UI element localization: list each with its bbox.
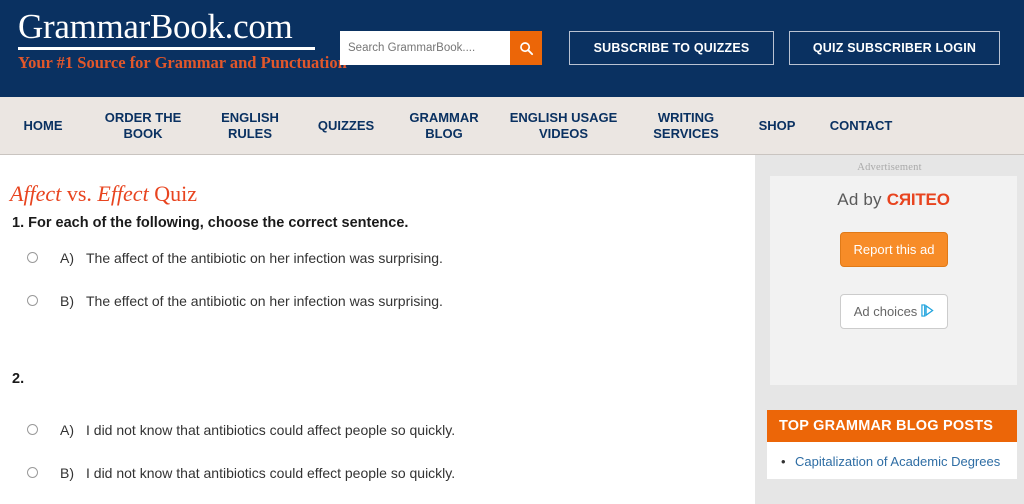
radio-q2-a[interactable] bbox=[27, 424, 38, 435]
nav-item-shop[interactable]: SHOP bbox=[741, 118, 813, 134]
page-title: Affect vs. Effect Quiz bbox=[10, 181, 755, 207]
page-title-vs: vs. bbox=[61, 181, 98, 206]
quiz-subscriber-login-button[interactable]: QUIZ SUBSCRIBER LOGIN bbox=[789, 31, 1000, 65]
quiz-content: Affect vs. Effect Quiz 1. For each of th… bbox=[0, 155, 755, 504]
criteo-letters-rest: ITEO bbox=[910, 190, 950, 209]
question-2-options: A) I did not know that antibiotics could… bbox=[10, 421, 755, 504]
search-bar bbox=[340, 31, 542, 65]
question-1-prompt: 1. For each of the following, choose the… bbox=[12, 215, 409, 231]
page-body: Affect vs. Effect Quiz 1. For each of th… bbox=[0, 155, 1024, 504]
nav-item-english-rules[interactable]: ENGLISH RULES bbox=[200, 110, 300, 142]
question-1-options: A) The affect of the antibiotic on her i… bbox=[10, 249, 755, 335]
option-text: I did not know that antibiotics could af… bbox=[86, 422, 456, 438]
option-letter: A) bbox=[60, 250, 74, 266]
advertisement-label: Advertisement bbox=[857, 162, 922, 173]
page-title-word-affect: Affect bbox=[10, 181, 62, 206]
option-text: I did not know that antibiotics could ef… bbox=[86, 465, 456, 481]
option-row[interactable]: A) I did not know that antibiotics could… bbox=[10, 421, 755, 464]
radio-q2-b[interactable] bbox=[27, 467, 38, 478]
ad-by-prefix: Ad by bbox=[837, 190, 887, 209]
search-icon bbox=[519, 41, 534, 56]
criteo-letter-r: R bbox=[898, 190, 911, 209]
criteo-letter-c: C bbox=[886, 190, 899, 209]
option-letter: B) bbox=[60, 465, 74, 481]
list-item: Capitalization of Academic Degrees bbox=[781, 453, 1005, 471]
report-this-ad-button[interactable]: Report this ad bbox=[840, 232, 948, 267]
option-row[interactable]: B) I did not know that antibiotics could… bbox=[10, 464, 755, 504]
nav-item-home[interactable]: HOME bbox=[0, 118, 86, 134]
option-letter: B) bbox=[60, 293, 74, 309]
option-letter: A) bbox=[60, 422, 74, 438]
nav-item-english-usage-videos[interactable]: ENGLISH USAGE VIDEOS bbox=[496, 110, 631, 142]
option-text: The effect of the antibiotic on her infe… bbox=[86, 293, 443, 309]
ad-choices-button[interactable]: Ad choices bbox=[840, 294, 948, 329]
nav-item-order-the-book[interactable]: ORDER THE BOOK bbox=[86, 110, 200, 142]
nav-item-quizzes[interactable]: QUIZZES bbox=[300, 118, 392, 134]
search-button[interactable] bbox=[510, 31, 542, 65]
blog-post-link[interactable]: Capitalization of Academic Degrees bbox=[795, 454, 1000, 469]
ad-by-line: Ad by CRITEO bbox=[770, 176, 1017, 210]
top-grammar-blog-posts-widget: TOP GRAMMAR BLOG POSTS Capitalization of… bbox=[767, 410, 1017, 479]
radio-q1-a[interactable] bbox=[27, 252, 38, 263]
advertisement-card: Ad by CRITEO Report this ad Ad choices bbox=[770, 176, 1017, 385]
nav-item-contact[interactable]: CONTACT bbox=[813, 118, 909, 134]
radio-q1-b[interactable] bbox=[27, 295, 38, 306]
sidebar: Advertisement Ad by CRITEO Report this a… bbox=[755, 155, 1024, 504]
page-title-quiz: Quiz bbox=[148, 181, 197, 206]
blog-post-list: Capitalization of Academic Degrees bbox=[767, 442, 1017, 479]
main-navigation: HOME ORDER THE BOOK ENGLISH RULES QUIZZE… bbox=[0, 97, 1024, 155]
option-row[interactable]: B) The effect of the antibiotic on her i… bbox=[10, 292, 755, 335]
subscribe-to-quizzes-button[interactable]: SUBSCRIBE TO QUIZZES bbox=[569, 31, 774, 65]
logo-tagline: Your #1 Source for Grammar and Punctuati… bbox=[18, 53, 347, 72]
site-header: GrammarBook.com Your #1 Source for Gramm… bbox=[0, 0, 1024, 97]
page-title-word-effect: Effect bbox=[97, 181, 149, 206]
nav-item-writing-services[interactable]: WRITING SERVICES bbox=[631, 110, 741, 142]
adchoices-triangle-icon bbox=[921, 304, 934, 319]
site-logo[interactable]: GrammarBook.com Your #1 Source for Gramm… bbox=[18, 7, 347, 74]
logo-title: GrammarBook.com bbox=[18, 7, 293, 46]
question-2-prompt: 2. bbox=[12, 371, 25, 387]
blog-widget-heading: TOP GRAMMAR BLOG POSTS bbox=[767, 410, 1017, 442]
ad-choices-label: Ad choices bbox=[853, 304, 918, 319]
search-input[interactable] bbox=[340, 31, 510, 65]
option-row[interactable]: A) The affect of the antibiotic on her i… bbox=[10, 249, 755, 292]
logo-divider bbox=[18, 47, 315, 50]
nav-item-grammar-blog[interactable]: GRAMMAR BLOG bbox=[392, 110, 496, 142]
option-text: The affect of the antibiotic on her infe… bbox=[86, 250, 443, 266]
criteo-logo: CRITEO bbox=[887, 190, 950, 209]
